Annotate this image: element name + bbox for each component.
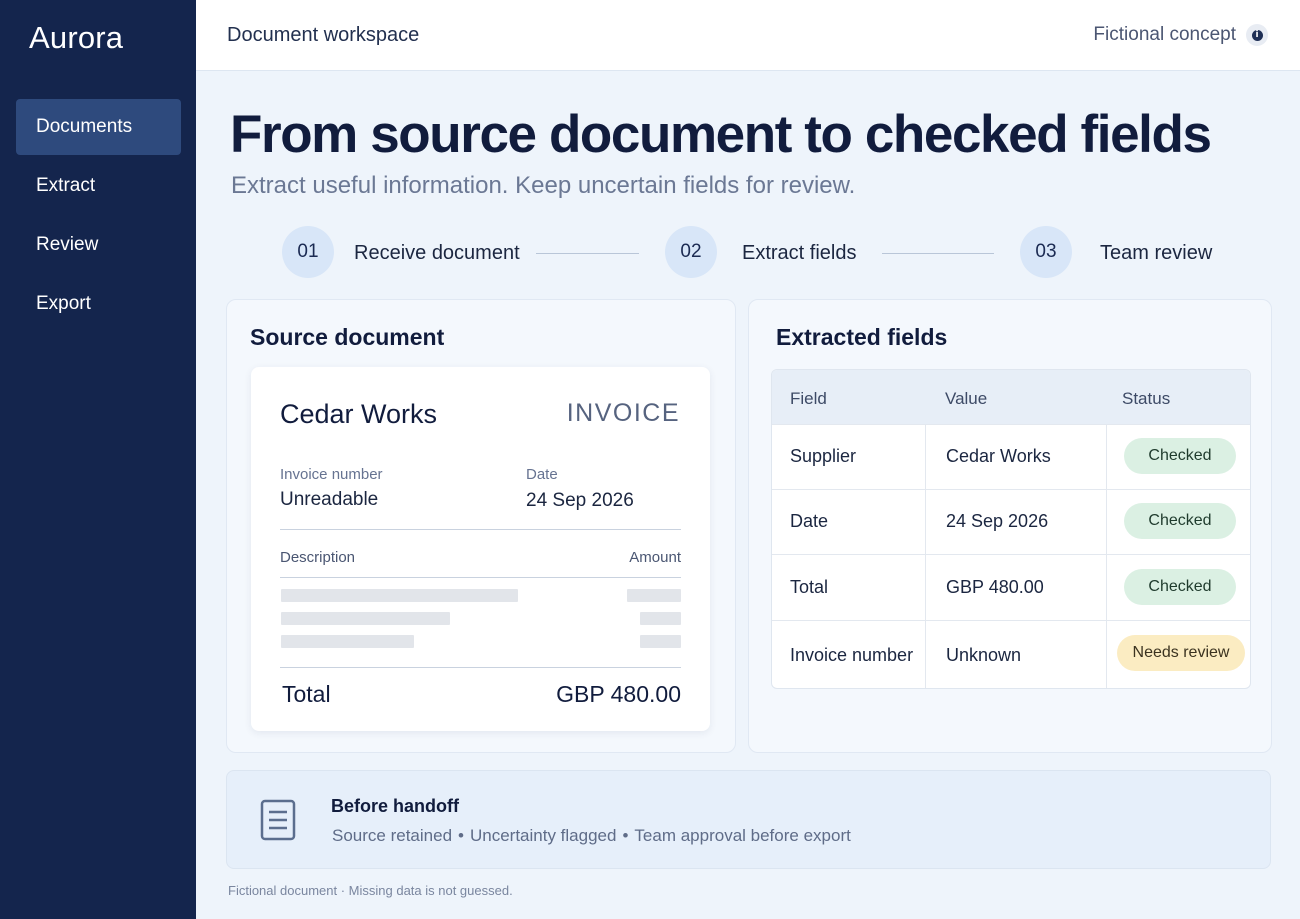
- table-header-row: Field Value Status: [772, 370, 1250, 424]
- table-row[interactable]: Total GBP 480.00 Checked: [772, 554, 1250, 620]
- sidebar-item-export[interactable]: Export: [16, 276, 181, 332]
- handoff-item: Source retained: [332, 826, 453, 845]
- invoice-preview: Cedar Works INVOICE Invoice number Unrea…: [251, 367, 710, 731]
- status-badge: Checked: [1124, 569, 1236, 605]
- invoice-date-label: Date: [526, 466, 558, 483]
- status-badge: Needs review: [1117, 635, 1245, 671]
- column-header-field: Field: [790, 389, 827, 408]
- invoice-date-value: 24 Sep 2026: [526, 490, 634, 511]
- sidebar: Aurora Documents Extract Review Export: [0, 0, 196, 919]
- step-1-number: 01: [282, 226, 334, 278]
- sidebar-item-extract[interactable]: Extract: [16, 158, 181, 214]
- step-1-label: Receive document: [354, 242, 520, 264]
- redacted-line-item: [281, 612, 450, 625]
- field-value: Cedar Works: [946, 446, 1051, 466]
- document-icon: [260, 799, 296, 846]
- redacted-line-item: [281, 635, 414, 648]
- invoice-divider: [280, 577, 681, 578]
- invoice-badge: INVOICE: [566, 399, 680, 427]
- field-name: Supplier: [790, 446, 857, 466]
- redacted-amount: [640, 635, 681, 648]
- amount-header: Amount: [629, 549, 681, 566]
- field-name: Total: [790, 577, 829, 597]
- invoice-divider: [280, 529, 681, 530]
- column-header-status: Status: [1122, 389, 1171, 408]
- field-value: Unknown: [946, 645, 1022, 665]
- page-title: From source document to checked fields: [230, 105, 1212, 164]
- table-row[interactable]: Invoice number Unknown Needs review: [772, 620, 1250, 688]
- step-3-number: 03: [1020, 226, 1072, 278]
- info-icon[interactable]: i: [1246, 24, 1268, 46]
- sidebar-item-documents[interactable]: Documents: [16, 99, 181, 155]
- handoff-item: Team approval before export: [634, 826, 851, 845]
- table-row[interactable]: Supplier Cedar Works Checked: [772, 424, 1250, 489]
- status-badge: Checked: [1124, 438, 1236, 474]
- field-value: GBP 480.00: [946, 577, 1044, 597]
- field-name: Invoice number: [790, 645, 914, 665]
- workspace-title: Document workspace: [227, 24, 420, 46]
- invoice-number-value: Unreadable: [280, 489, 379, 510]
- source-panel-title: Source document: [250, 324, 445, 350]
- table-row[interactable]: Date 24 Sep 2026 Checked: [772, 489, 1250, 554]
- step-connector: [536, 253, 639, 254]
- handoff-title: Before handoff: [331, 796, 459, 816]
- redacted-amount: [640, 612, 681, 625]
- handoff-checklist: Source retained • Uncertainty flagged • Team…: [332, 826, 851, 846]
- step-2-label: Extract fields: [742, 242, 857, 264]
- footnote: Fictional document · Missing data is not…: [228, 883, 513, 898]
- field-name: Date: [790, 511, 829, 531]
- handoff-item: Uncertainty flagged: [469, 826, 617, 845]
- separator: •: [622, 826, 629, 845]
- step-3-label: Team review: [1100, 242, 1213, 264]
- step-connector: [882, 253, 994, 254]
- invoice-company: Cedar Works: [280, 399, 438, 429]
- invoice-total-label: Total: [282, 681, 331, 707]
- invoice-divider: [280, 667, 681, 668]
- extracted-fields-table: Field Value Status Supplier Cedar Works …: [771, 369, 1251, 689]
- status-badge: Checked: [1124, 503, 1236, 539]
- step-2-number: 02: [665, 226, 717, 278]
- handoff-panel: Before handoff Source retained • Uncertain…: [226, 770, 1271, 869]
- sidebar-nav: Documents Extract Review Export: [16, 99, 181, 335]
- redacted-line-item: [281, 589, 518, 602]
- fields-panel-title: Extracted fields: [776, 324, 948, 350]
- field-value: 24 Sep 2026: [946, 511, 1049, 531]
- concept-label: Fictional concept: [1093, 24, 1236, 45]
- page-subtitle: Extract useful information. Keep uncerta…: [231, 172, 856, 199]
- concept-indicator: Fictional concept i: [1093, 24, 1268, 46]
- invoice-total-value: GBP 480.00: [556, 681, 681, 707]
- sidebar-item-review[interactable]: Review: [16, 217, 181, 273]
- description-header: Description: [280, 549, 356, 566]
- redacted-amount: [627, 589, 681, 602]
- invoice-number-label: Invoice number: [280, 466, 383, 483]
- top-bar: Document workspace Fictional concept i: [196, 0, 1300, 71]
- column-header-value: Value: [945, 389, 988, 408]
- separator: •: [458, 826, 464, 845]
- brand-logo: Aurora: [29, 20, 124, 55]
